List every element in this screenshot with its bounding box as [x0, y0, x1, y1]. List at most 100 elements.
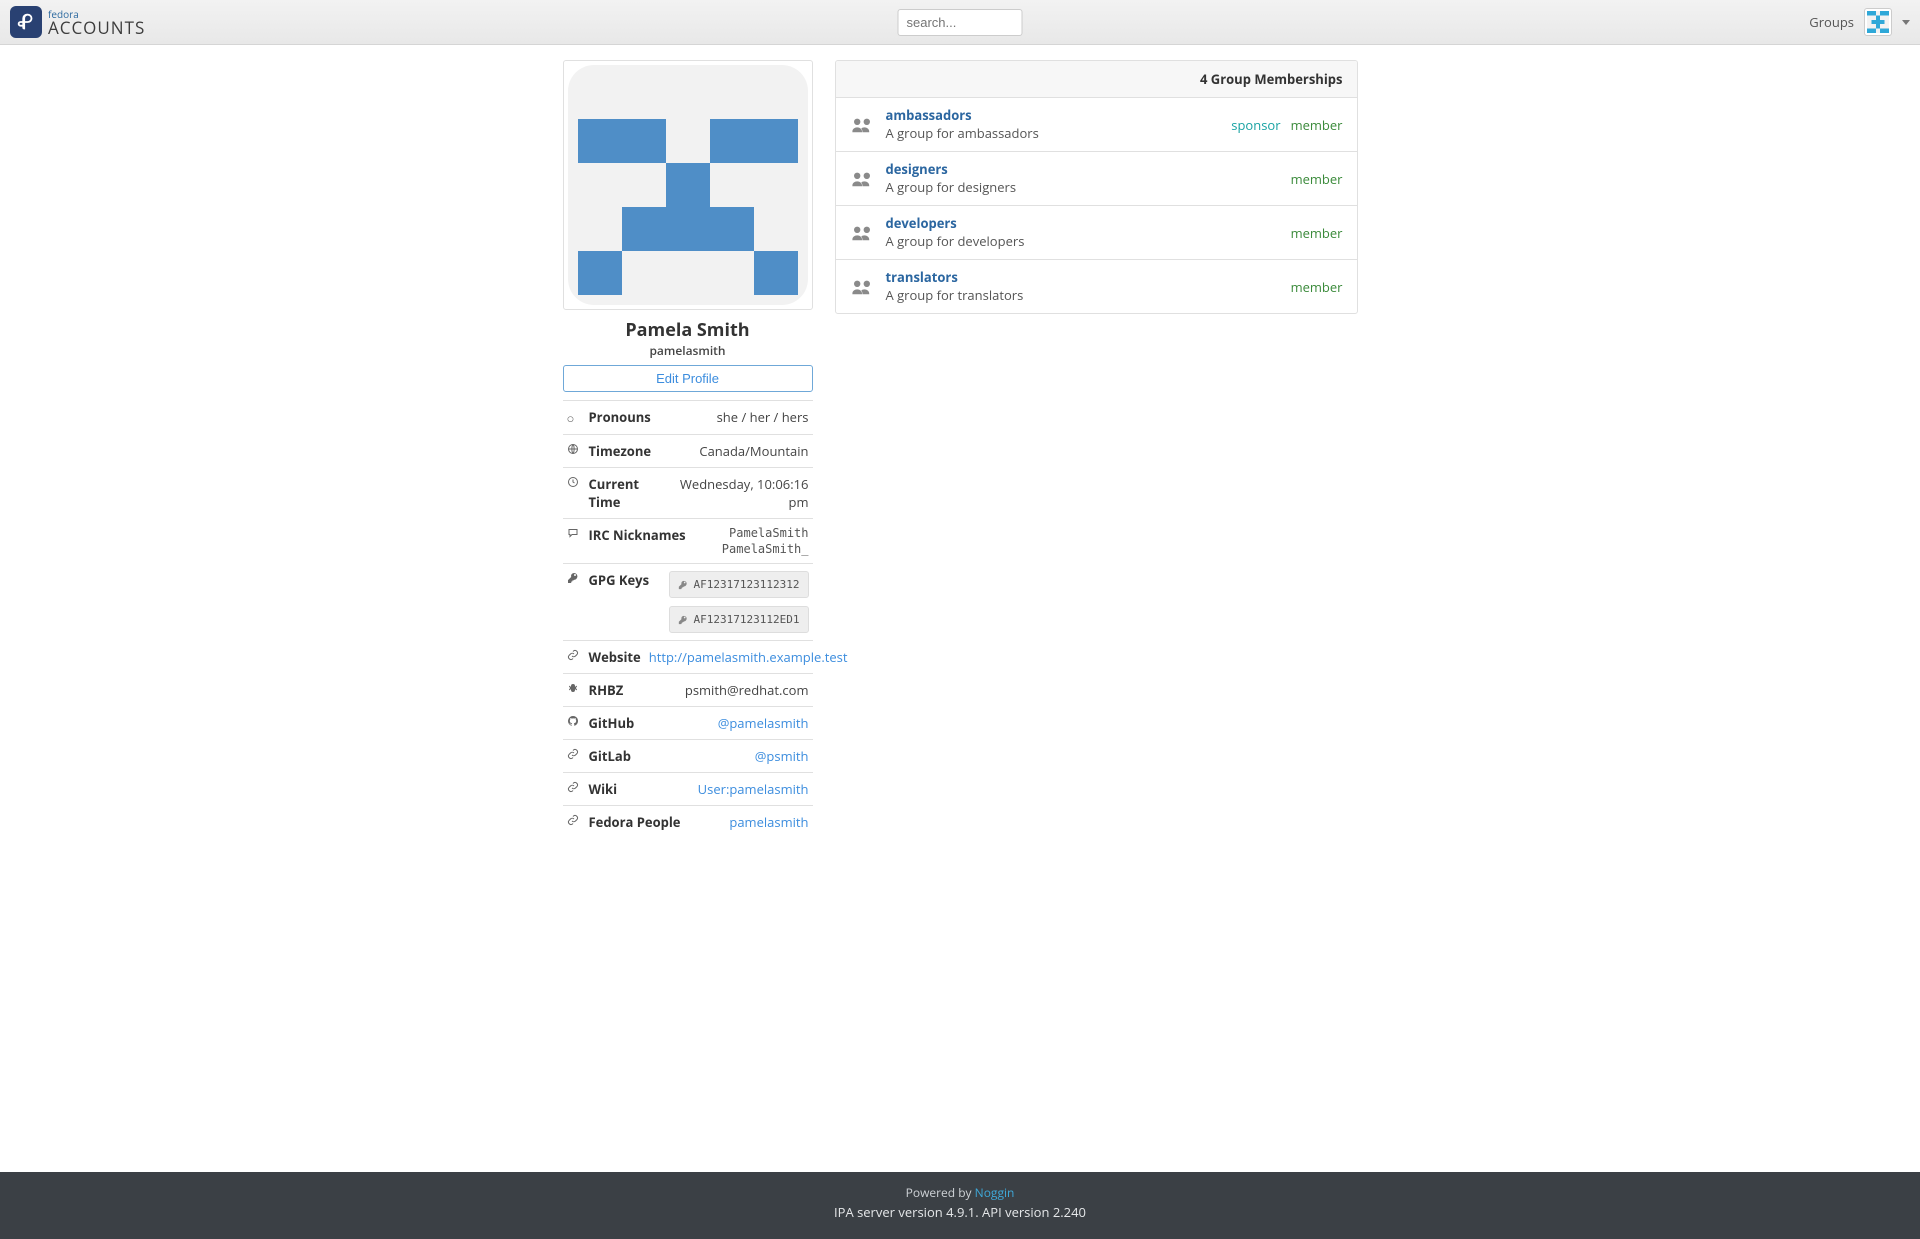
bug-icon [567, 682, 581, 694]
gitlab-label: GitLab [589, 747, 631, 765]
search-container [898, 9, 1023, 36]
pronouns-icon: ○ [567, 409, 581, 427]
profile-column: Pamela Smith pamelasmith Edit Profile ○ … [563, 60, 813, 838]
group-desc: A group for ambassadors [886, 125, 1039, 143]
avatar-box [563, 60, 813, 310]
avatar-bg [568, 65, 808, 305]
pronouns-value: she / her / hers [717, 408, 809, 426]
irc-value-0: PamelaSmith [722, 526, 809, 540]
users-icon [850, 223, 874, 243]
timezone-value: Canada/Mountain [699, 442, 808, 460]
role-member: member [1291, 224, 1343, 242]
group-name-link[interactable]: developers [886, 215, 1025, 233]
key-small-icon [678, 615, 688, 625]
group-text: developers A group for developers [886, 215, 1025, 250]
profile-info-list: ○ Pronouns she / her / hers Timezone Can… [563, 400, 813, 838]
brand-link[interactable]: fedora ACCOUNTS [10, 6, 145, 38]
chat-icon [567, 527, 581, 539]
group-name-link[interactable]: translators [886, 269, 1024, 287]
profile-name: Pamela Smith [563, 318, 813, 342]
gpg-label: GPG Keys [589, 571, 650, 589]
role-member: member [1291, 278, 1343, 296]
link-icon [567, 748, 581, 760]
gitlab-value[interactable]: @psmith [755, 747, 809, 765]
group-roles: member [1291, 224, 1343, 242]
search-input[interactable] [898, 9, 1023, 36]
clock-icon [567, 476, 581, 488]
group-desc: A group for developers [886, 233, 1025, 251]
edit-profile-button[interactable]: Edit Profile [563, 365, 813, 392]
group-row: developers A group for developers member [836, 206, 1357, 260]
powered-by-link[interactable]: Noggin [975, 1184, 1015, 1201]
identicon-icon [578, 75, 798, 295]
row-wiki: Wiki User:pamelasmith [563, 773, 813, 806]
globe-icon [567, 443, 581, 455]
user-menu-avatar[interactable] [1864, 8, 1892, 36]
fedorapeople-value[interactable]: pamelasmith [729, 813, 808, 831]
group-desc: A group for designers [886, 179, 1017, 197]
github-value[interactable]: @pamelasmith [718, 714, 809, 732]
group-text: ambassadors A group for ambassadors [886, 107, 1039, 142]
powered-by-text: Powered by [906, 1184, 975, 1201]
key-icon [567, 572, 581, 584]
gpg-list: AF12317123112312 AF12317123112ED1 [669, 571, 809, 633]
footer-version: IPA server version 4.9.1. API version 2.… [0, 1203, 1920, 1221]
website-value[interactable]: http://pamelasmith.example.test [649, 648, 848, 666]
group-text: translators A group for translators [886, 269, 1024, 304]
link-icon [567, 781, 581, 793]
group-row: designers A group for designers member [836, 152, 1357, 206]
fedora-logo [10, 6, 42, 38]
memberships-column: 4 Group Memberships ambassadors A group … [835, 60, 1358, 314]
role-sponsor: sponsor [1231, 116, 1280, 134]
current-time-value: Wednesday, 10:06:16 pm [673, 475, 808, 511]
group-roles: sponsor member [1231, 116, 1342, 134]
wiki-label: Wiki [589, 780, 618, 798]
row-github: GitHub @pamelasmith [563, 707, 813, 740]
group-name-link[interactable]: designers [886, 161, 1017, 179]
link-icon [567, 649, 581, 661]
site-footer: Powered by Noggin IPA server version 4.9… [0, 1172, 1920, 1239]
gpg-key-chip[interactable]: AF12317123112ED1 [669, 606, 809, 633]
row-pronouns: ○ Pronouns she / her / hers [563, 401, 813, 435]
gpg-value-1: AF12317123112ED1 [694, 613, 800, 626]
group-roles: member [1291, 170, 1343, 188]
irc-label: IRC Nicknames [589, 526, 686, 544]
irc-values: PamelaSmith PamelaSmith_ [722, 526, 809, 556]
row-fedorapeople: Fedora People pamelasmith [563, 806, 813, 838]
group-name-link[interactable]: ambassadors [886, 107, 1039, 125]
row-irc: IRC Nicknames PamelaSmith PamelaSmith_ [563, 519, 813, 564]
gpg-value-0: AF12317123112312 [694, 578, 800, 591]
brand-large-text: ACCOUNTS [48, 19, 145, 36]
memberships-title: 4 Group Memberships [836, 61, 1357, 98]
role-member: member [1291, 116, 1343, 134]
current-time-label: Current Time [589, 475, 666, 511]
rhbz-value: psmith@redhat.com [685, 681, 809, 699]
key-small-icon [678, 580, 688, 590]
row-rhbz: RHBZ psmith@redhat.com [563, 674, 813, 707]
groups-link[interactable]: Groups [1809, 13, 1854, 31]
fedorapeople-label: Fedora People [589, 813, 681, 831]
gpg-key-chip[interactable]: AF12317123112312 [669, 571, 809, 598]
user-menu-caret-icon[interactable] [1902, 20, 1910, 25]
users-icon [850, 169, 874, 189]
irc-value-1: PamelaSmith_ [722, 542, 809, 556]
memberships-panel: 4 Group Memberships ambassadors A group … [835, 60, 1358, 314]
group-desc: A group for translators [886, 287, 1024, 305]
role-member: member [1291, 170, 1343, 188]
timezone-label: Timezone [589, 442, 652, 460]
github-label: GitHub [589, 714, 635, 732]
row-website: Website http://pamelasmith.example.test [563, 641, 813, 674]
users-icon [850, 115, 874, 135]
group-row: translators A group for translators memb… [836, 260, 1357, 313]
users-icon [850, 277, 874, 297]
website-label: Website [589, 648, 641, 666]
wiki-value[interactable]: User:pamelasmith [698, 780, 809, 798]
row-gitlab: GitLab @psmith [563, 740, 813, 773]
page-content: Pamela Smith pamelasmith Edit Profile ○ … [563, 60, 1358, 838]
row-gpg: GPG Keys AF12317123112312 AF12317123112E… [563, 564, 813, 641]
footer-line-1: Powered by Noggin [0, 1184, 1920, 1201]
group-row: ambassadors A group for ambassadors spon… [836, 98, 1357, 152]
top-header: fedora ACCOUNTS Groups [0, 0, 1920, 45]
group-rows: ambassadors A group for ambassadors spon… [836, 98, 1357, 313]
group-text: designers A group for designers [886, 161, 1017, 196]
